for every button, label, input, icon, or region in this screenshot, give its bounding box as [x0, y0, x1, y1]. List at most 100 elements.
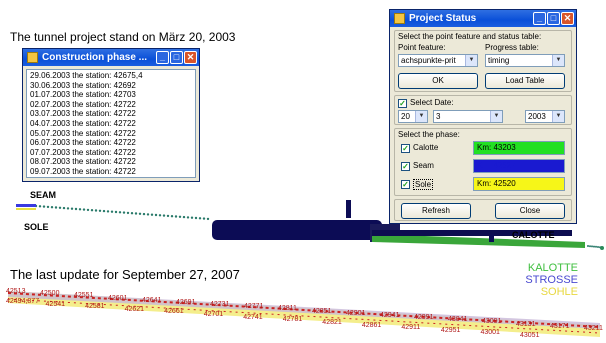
sole-checkbox[interactable]: ✓: [401, 180, 410, 189]
ok-button[interactable]: OK: [398, 73, 478, 89]
close-window-button[interactable]: Close: [495, 203, 565, 219]
station-label: 42641: [142, 296, 162, 304]
chevron-down-icon[interactable]: ▼: [552, 111, 564, 122]
station-label: 42911: [401, 324, 421, 332]
list-item[interactable]: 30.06.2003 the station: 42692: [30, 81, 192, 91]
maximize-button[interactable]: □: [170, 51, 183, 64]
alignment-dot: [198, 217, 202, 220]
alignment-dot: [46, 205, 50, 209]
chevron-down-icon[interactable]: ▼: [552, 55, 564, 66]
progress-table-select[interactable]: timing ▼: [485, 54, 565, 67]
list-item[interactable]: 04.07.2003 the station: 42722: [30, 119, 192, 129]
load-table-button[interactable]: Load Table: [485, 73, 565, 89]
station-label: 42500: [40, 290, 60, 298]
construction-phase-window[interactable]: Construction phase ... _ □ ✕ 29.06.2003 …: [22, 48, 200, 182]
alignment-dot: [50, 206, 54, 209]
list-item[interactable]: 08.07.2003 the station: 42722: [30, 157, 192, 167]
alignment-dot: [114, 210, 118, 214]
alignment-dot: [118, 211, 122, 214]
list-item[interactable]: 29.06.2003 the station: 42675,4: [30, 71, 192, 81]
station-label: 42811: [278, 305, 297, 313]
alignment-dot: [130, 212, 134, 215]
list-item[interactable]: 06.07.2003 the station: 42722: [30, 138, 192, 148]
calotte-checkbox[interactable]: ✓: [401, 144, 410, 153]
sole-km-field: Km: 42520: [473, 177, 565, 191]
select-date-label: Select Date:: [410, 98, 454, 107]
list-item[interactable]: 05.07.2003 the station: 42722: [30, 129, 192, 139]
list-item[interactable]: 07.07.2003 the station: 42722: [30, 148, 192, 158]
station-label: 43051: [520, 332, 540, 339]
station-label: 42991: [414, 314, 434, 322]
last-update-heading: The last update for September 27, 2007: [10, 267, 240, 282]
select-date-checkbox[interactable]: ✓: [398, 99, 407, 108]
chevron-down-icon[interactable]: ▼: [415, 111, 427, 122]
station-label: 42513: [6, 288, 26, 295]
station-label: 42771: [244, 303, 264, 311]
month-select[interactable]: 3 ▼: [433, 110, 503, 123]
station-label: 43001: [480, 329, 500, 337]
alignment-dot: [162, 214, 166, 217]
day-select[interactable]: 20 ▼: [398, 110, 428, 123]
refresh-button[interactable]: Refresh: [401, 203, 471, 219]
alignment-dot: [98, 209, 102, 212]
list-item[interactable]: 03.07.2003 the station: 42722: [30, 109, 192, 119]
station-label: 43131: [516, 320, 536, 328]
alignment-dot: [58, 206, 62, 209]
list-item[interactable]: 09.07.2003 the station: 42722: [30, 167, 192, 177]
tunnel-seam-body: [212, 220, 382, 240]
project-status-window[interactable]: Project Status _ □ ✕ Select the point fe…: [389, 9, 577, 224]
station-label: 42601: [108, 294, 128, 302]
station-label: 42851: [312, 307, 332, 315]
alignment-dot: [134, 212, 138, 215]
phase-group: Select the phase: ✓ Calotte Km: 43203 ✓ …: [394, 128, 572, 196]
alignment-dot: [86, 208, 90, 212]
status-window-titlebar[interactable]: Project Status _ □ ✕: [390, 10, 576, 27]
station-label: 43211: [584, 325, 603, 332]
alignment-dot: [589, 245, 591, 248]
station-label: 42901: [346, 309, 366, 317]
sole-start-marker: [16, 208, 36, 210]
tunnel-marker-2: [489, 234, 494, 242]
calotte-phase-label: Calotte: [413, 143, 439, 152]
chevron-down-icon[interactable]: ▼: [465, 55, 477, 66]
alignment-dot: [202, 217, 206, 220]
alignment-dot: [38, 205, 42, 208]
alignment-dot: [138, 212, 142, 215]
progress-table-label: Progress table:: [485, 43, 539, 52]
status-window-title: Project Status: [409, 13, 477, 24]
station-label: 42741: [243, 313, 263, 321]
project-stand-heading: The tunnel project stand on März 20, 200…: [10, 30, 236, 44]
alignment-dot: [102, 209, 106, 213]
calotte-km-value: Km: 43203: [477, 143, 516, 152]
alignment-dot: [146, 213, 150, 216]
sole-phase-label: Sole: [413, 179, 434, 190]
alignment-dot: [154, 213, 158, 217]
close-button[interactable]: ✕: [184, 51, 197, 64]
alignment-dot: [206, 217, 210, 221]
seam-checkbox[interactable]: ✓: [401, 162, 410, 171]
station-label: 42861: [361, 321, 382, 329]
construction-phase-list[interactable]: 29.06.2003 the station: 42675,4 30.06.20…: [26, 69, 196, 178]
alignment-dot: [194, 216, 198, 220]
alignment-dot: [178, 215, 182, 218]
chevron-down-icon[interactable]: ▼: [490, 111, 502, 122]
app-icon: [394, 13, 405, 24]
construction-window-titlebar[interactable]: Construction phase ... _ □ ✕: [23, 49, 199, 66]
alignment-dot: [110, 210, 114, 213]
station-label: 42731: [210, 301, 230, 309]
year-value: 2003: [528, 112, 546, 121]
seam-label: SEAM: [30, 190, 57, 200]
point-feature-select[interactable]: achspunkte-prit ▼: [398, 54, 478, 67]
list-item[interactable]: 02.07.2003 the station: 42722: [30, 100, 192, 110]
minimize-button[interactable]: _: [533, 12, 546, 25]
close-button[interactable]: ✕: [561, 12, 574, 25]
maximize-button[interactable]: □: [547, 12, 560, 25]
actions-group: Refresh Close: [394, 199, 572, 221]
year-select[interactable]: 2003 ▼: [525, 110, 565, 123]
alignment-dot: [190, 216, 194, 219]
alignment-dot: [90, 209, 94, 212]
month-value: 3: [436, 112, 441, 121]
list-item[interactable]: 01.07.2003 the station: 42703: [30, 90, 192, 100]
alignment-dot: [106, 210, 110, 213]
minimize-button[interactable]: _: [156, 51, 169, 64]
